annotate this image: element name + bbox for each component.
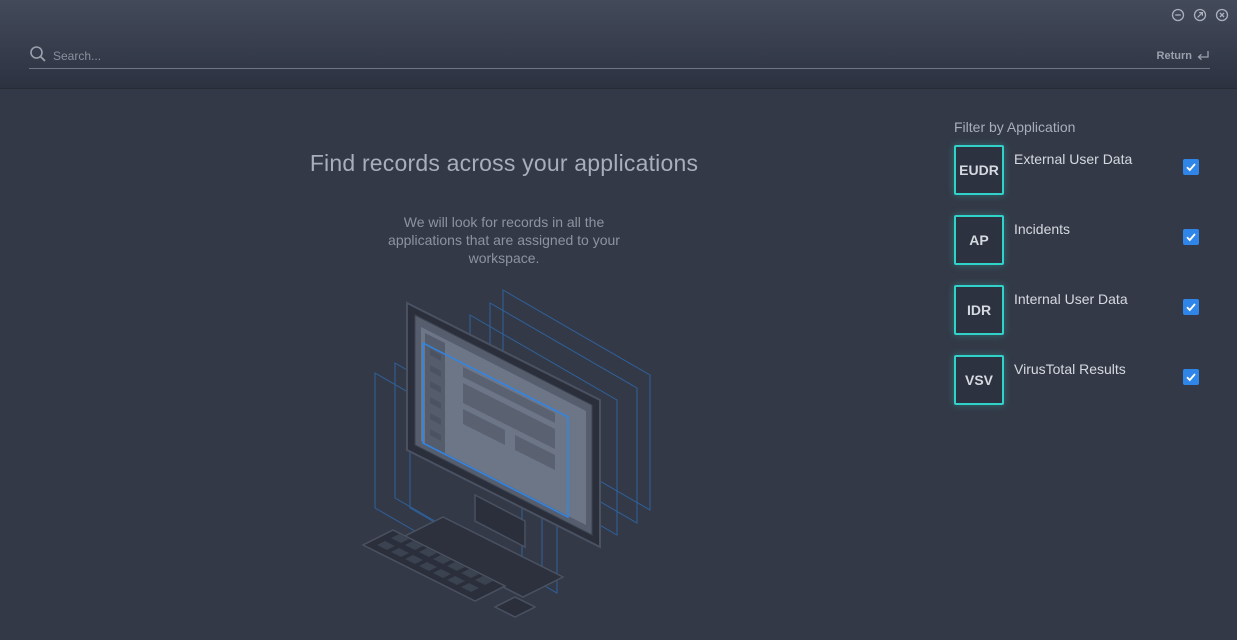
- filter-panel: Filter by Application EUDR External User…: [954, 119, 1214, 425]
- restore-button[interactable]: [1193, 8, 1207, 22]
- app-row-idr: IDR Internal User Data: [954, 285, 1214, 355]
- filter-title: Filter by Application: [954, 119, 1076, 135]
- app-badge-idr[interactable]: IDR: [954, 285, 1004, 335]
- search-bar: Return: [29, 45, 1210, 69]
- minimize-icon: [1171, 8, 1185, 22]
- return-label: Return: [1156, 49, 1192, 62]
- close-icon: [1215, 8, 1229, 22]
- checkmark-icon: [1186, 373, 1196, 382]
- minimize-button[interactable]: [1171, 8, 1185, 22]
- search-icon: [30, 45, 46, 62]
- computer-illustration: [361, 289, 651, 618]
- app-name-ap: Incidents: [1014, 221, 1071, 237]
- checkmark-icon: [1186, 233, 1196, 242]
- close-button[interactable]: [1215, 8, 1229, 22]
- window-controls: [1171, 8, 1229, 22]
- search-input[interactable]: [53, 45, 1157, 66]
- empty-state: Find records across your applications We…: [260, 150, 748, 267]
- app-name-idr: Internal User Data: [1014, 291, 1128, 307]
- app-row-ap: AP Incidents: [954, 215, 1214, 285]
- app-row-vsv: VSV VirusTotal Results: [954, 355, 1214, 425]
- page-title: Find records across your applications: [309, 150, 699, 176]
- app-checkbox-eudr[interactable]: [1183, 159, 1199, 175]
- return-button[interactable]: Return: [1157, 50, 1210, 62]
- header: Return: [0, 0, 1237, 89]
- app-name-vsv: VirusTotal Results: [1014, 361, 1126, 377]
- app-name-eudr: External User Data: [1014, 151, 1133, 167]
- app-badge-ap[interactable]: AP: [954, 215, 1004, 265]
- checkmark-icon: [1186, 163, 1196, 172]
- checkmark-icon: [1186, 303, 1196, 312]
- app-row-eudr: EUDR External User Data: [954, 145, 1214, 215]
- app-checkbox-vsv[interactable]: [1183, 369, 1199, 385]
- app-badge-vsv[interactable]: VSV: [954, 355, 1004, 405]
- restore-icon: [1193, 8, 1207, 22]
- page-subtitle: We will look for records in all the appl…: [388, 214, 620, 266]
- app-badge-eudr[interactable]: EUDR: [954, 145, 1004, 195]
- app-checkbox-ap[interactable]: [1183, 229, 1199, 245]
- app-checkbox-idr[interactable]: [1183, 299, 1199, 315]
- return-icon: [1197, 50, 1209, 60]
